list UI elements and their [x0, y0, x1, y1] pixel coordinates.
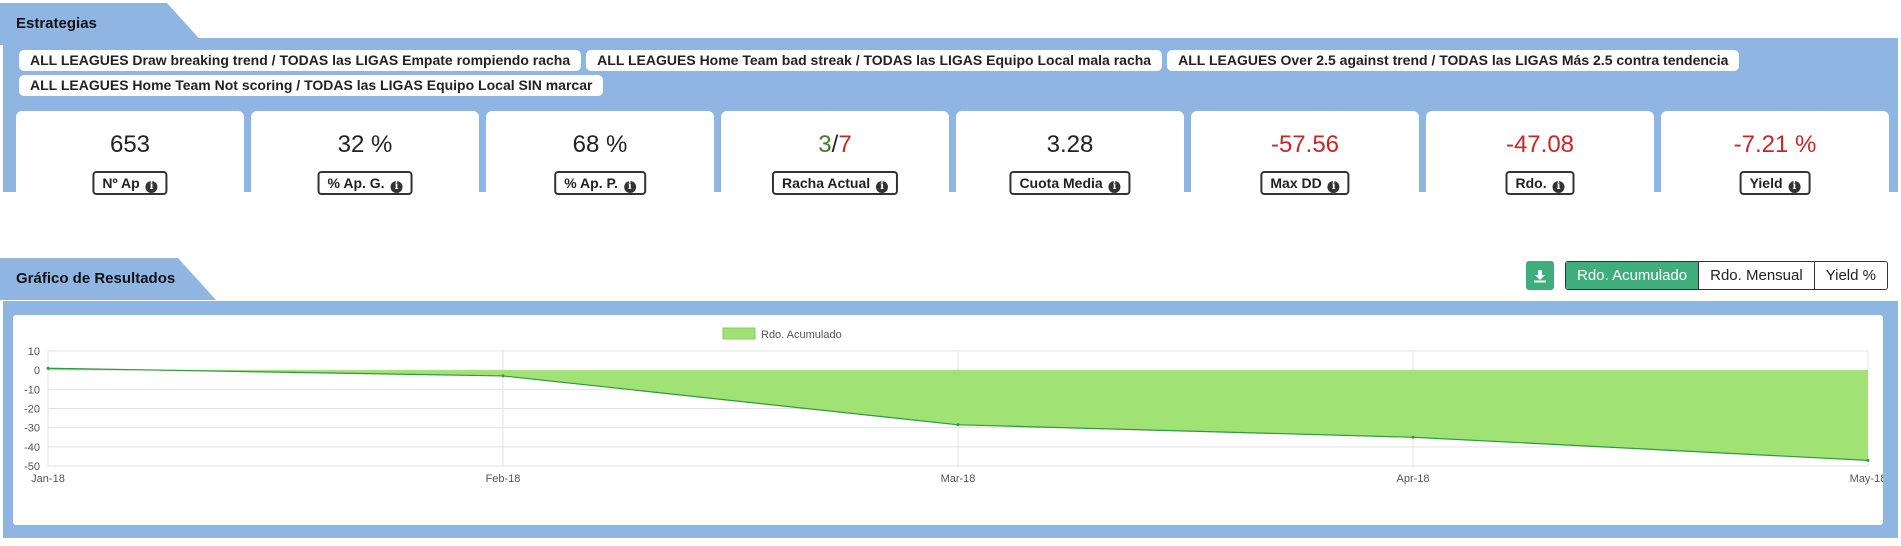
stat-label: % Ap. P. — [564, 175, 618, 191]
info-icon: i — [876, 181, 889, 193]
data-point — [1411, 435, 1415, 439]
stat-label: Cuota Media — [1019, 175, 1103, 191]
data-point — [956, 423, 960, 427]
streak-wins: 3 — [818, 131, 832, 158]
y-tick-label: 0 — [34, 365, 40, 377]
strategies-panel: ALL LEAGUES Draw breaking trend / TODAS … — [3, 38, 1898, 208]
chart-toolbar: Rdo. Acumulado Rdo. Mensual Yield % — [1526, 261, 1888, 290]
stat-label-button[interactable]: Max DD i — [1260, 171, 1350, 195]
stat-label: Rdo. — [1515, 175, 1547, 191]
data-point — [1866, 458, 1870, 462]
y-tick-label: -30 — [24, 423, 40, 435]
streak-losses: 7 — [838, 131, 852, 158]
stat-value: -47.08 — [1505, 131, 1575, 158]
stat-value: -57.56 — [1270, 131, 1340, 158]
x-tick-label: May-18 — [1850, 473, 1883, 485]
strategy-tag[interactable]: ALL LEAGUES Draw breaking trend / TODAS … — [19, 50, 582, 71]
y-tick-label: -40 — [24, 442, 40, 454]
stat-label: Yield — [1749, 175, 1783, 191]
stat-card-num-ap: 653 Nº Ap i — [16, 111, 244, 208]
info-icon: i — [1108, 181, 1121, 193]
stat-label-button[interactable]: Yield i — [1739, 171, 1811, 195]
strategy-tag[interactable]: ALL LEAGUES Home Team Not scoring / TODA… — [19, 75, 604, 96]
data-point — [46, 366, 50, 370]
legend-label: Rdo. Acumulado — [761, 329, 842, 341]
rdo-acumulado-button[interactable]: Rdo. Acumulado — [1566, 262, 1699, 289]
stat-card-ap-p: 68 % % Ap. P. i — [486, 111, 714, 208]
stat-label: Nº Ap — [102, 175, 140, 191]
info-icon: i — [1552, 181, 1565, 193]
stat-label: Max DD — [1270, 175, 1322, 191]
stat-card-racha-actual: 3/7 Racha Actual i — [721, 111, 949, 208]
stat-label-button[interactable]: % Ap. P. i — [554, 171, 646, 195]
stat-value: 32 % — [337, 131, 393, 158]
stat-label-button[interactable]: Rdo. i — [1505, 171, 1575, 195]
stat-card-max-dd: -57.56 Max DD i — [1191, 111, 1419, 208]
x-tick-label: Mar-18 — [941, 473, 976, 485]
yield-button[interactable]: Yield % — [1813, 262, 1887, 289]
stat-label-button[interactable]: Nº Ap i — [92, 171, 168, 195]
download-button[interactable] — [1526, 261, 1555, 290]
y-tick-label: -10 — [24, 384, 40, 396]
y-tick-label: -20 — [24, 404, 40, 416]
stat-label-button[interactable]: % Ap. G. i — [317, 171, 413, 195]
stat-value: 3/7 — [721, 131, 949, 159]
x-tick-label: Apr-18 — [1396, 473, 1429, 485]
stat-card-yield: -7.21 % Yield i — [1661, 111, 1889, 208]
info-icon: i — [390, 181, 403, 193]
rdo-mensual-button[interactable]: Rdo. Mensual — [1698, 262, 1814, 289]
stat-label-button[interactable]: Cuota Media i — [1009, 171, 1131, 195]
results-chart-svg: 10 0 -10 -20 -30 -40 -50Jan-18 Feb-18 Mar-18 Apr-… — [24, 327, 1886, 485]
stat-value: 653 — [109, 131, 151, 158]
info-icon: i — [1327, 181, 1340, 193]
stat-card-ap-g: 32 % % Ap. G. i — [251, 111, 479, 208]
strategy-tag[interactable]: ALL LEAGUES Home Team bad streak / TODAS… — [586, 50, 1163, 71]
legend-swatch — [722, 327, 756, 340]
x-tick-label: Jan-18 — [31, 473, 65, 485]
stat-label-button[interactable]: Racha Actual i — [771, 171, 899, 195]
chart-mode-toggle: Rdo. Acumulado Rdo. Mensual Yield % — [1565, 261, 1888, 290]
x-tick-label: Feb-18 — [486, 473, 521, 485]
results-chart: 10 0 -10 -20 -30 -40 -50 Jan-18 Feb-18 Mar-18 Apr-… — [13, 315, 1886, 525]
y-tick-label: -50 — [24, 461, 40, 473]
stat-value: -7.21 % — [1733, 131, 1817, 158]
stats-cards: 653 Nº Ap i 32 % % Ap. G. i 68 % % Ap. P… — [16, 111, 1889, 208]
info-icon: i — [145, 181, 158, 193]
stat-value: 3.28 — [1046, 131, 1094, 158]
stat-value: 68 % — [572, 131, 628, 158]
strategy-tag[interactable]: ALL LEAGUES Over 2.5 against trend / TOD… — [1167, 50, 1740, 71]
stat-card-rdo: -47.08 Rdo. i — [1426, 111, 1654, 208]
info-icon: i — [623, 181, 636, 193]
info-icon: i — [1788, 181, 1801, 193]
stat-label: % Ap. G. — [327, 175, 385, 191]
results-section-title: Gráfico de Resultados — [0, 258, 216, 300]
stat-card-cuota-media: 3.28 Cuota Media i — [956, 111, 1184, 208]
strategy-tag-list: ALL LEAGUES Draw breaking trend / TODAS … — [19, 50, 1879, 96]
y-tick-label: 10 — [28, 346, 40, 358]
data-point — [501, 374, 505, 378]
stat-label: Racha Actual — [781, 175, 871, 191]
download-icon — [1534, 269, 1547, 282]
